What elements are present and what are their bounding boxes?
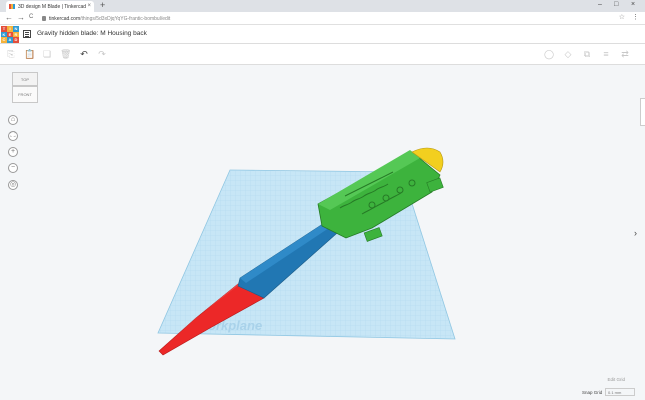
view-cube[interactable]: TOP FRONT <box>12 72 38 104</box>
scene-canvas[interactable]: orkplane <box>0 0 645 400</box>
snap-grid-label: Snap Grid <box>582 390 603 395</box>
zoom-out-icon[interactable]: − <box>8 163 18 173</box>
home-view-icon[interactable]: ⌂ <box>8 115 18 125</box>
expand-panel-arrow-icon[interactable]: › <box>634 228 637 238</box>
edit-grid-button[interactable]: Edit Grid <box>607 377 625 382</box>
snap-grid-select[interactable]: 0.1 mm <box>605 388 635 396</box>
zoom-in-icon[interactable]: + <box>8 147 18 157</box>
fit-view-icon[interactable]: ⛶ <box>8 131 18 141</box>
view-cube-front[interactable]: FRONT <box>12 86 38 103</box>
panel-edge-tab[interactable] <box>640 98 645 126</box>
ortho-view-icon[interactable]: ◎ <box>8 180 18 190</box>
view-cube-top[interactable]: TOP <box>12 72 38 86</box>
